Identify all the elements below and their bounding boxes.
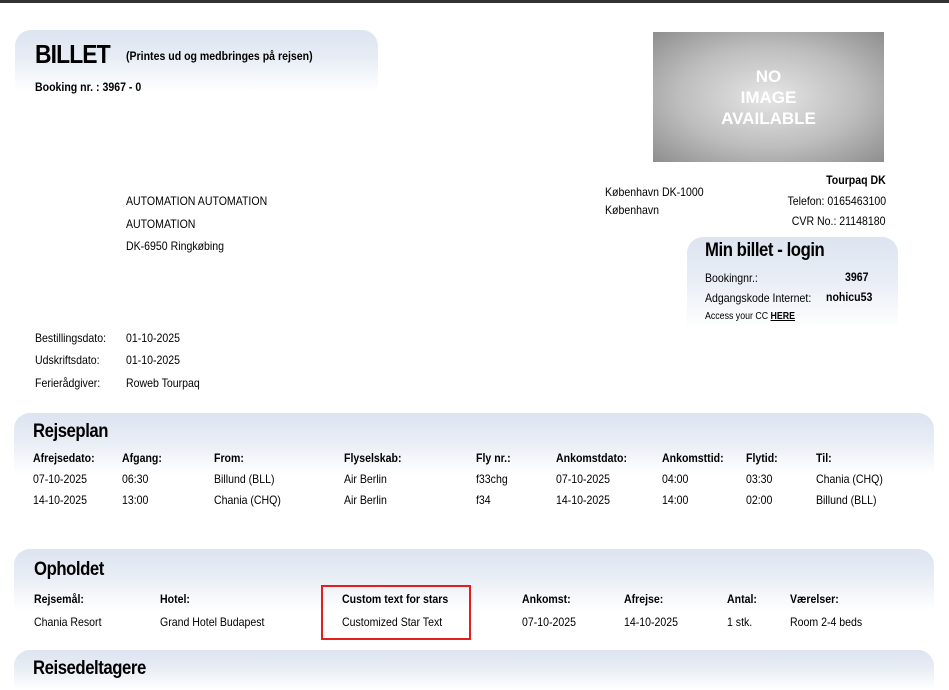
print-date-value: 01-10-2025	[126, 353, 181, 367]
flight-1-from: Billund (BLL)	[214, 472, 275, 486]
flight-2-from: Chania (CHQ)	[214, 493, 281, 507]
advisor-label: Ferierådgiver:	[35, 376, 101, 390]
no-image-placeholder: NO IMAGE AVAILABLE	[653, 32, 884, 162]
flight-2-number: f34	[476, 493, 491, 507]
flight-2-departure: 13:00	[122, 493, 149, 507]
order-date-value: 01-10-2025	[126, 331, 181, 345]
rejseplan-title: Rejseplan	[33, 421, 109, 442]
col-afgang: Afgang:	[122, 451, 162, 465]
stay-departure: 14-10-2025	[624, 615, 679, 629]
flight-2-arrival-date: 14-10-2025	[556, 493, 611, 507]
advisor-value: Roweb Tourpaq	[126, 376, 200, 390]
star-text-highlight	[321, 585, 471, 640]
rejseplan-section	[14, 413, 934, 475]
col-til: Til:	[816, 451, 832, 465]
flight-2-to: Billund (BLL)	[816, 493, 877, 507]
col-ankomstdato: Ankomstdato:	[556, 451, 627, 465]
flight-2-arrival-time: 14:00	[662, 493, 689, 507]
login-booking-label: Bookingnr.:	[705, 271, 758, 285]
flight-2-date: 14-10-2025	[33, 493, 88, 507]
col-afrejsedato: Afrejsedato:	[33, 451, 95, 465]
login-code-label: Adgangskode Internet:	[705, 291, 812, 305]
flight-1-date: 07-10-2025	[33, 472, 88, 486]
stay-destination: Chania Resort	[34, 615, 102, 629]
stay-arrival: 07-10-2025	[522, 615, 577, 629]
ticket-title: BILLET	[35, 39, 111, 69]
print-date-label: Udskriftsdato:	[35, 353, 100, 367]
top-border	[0, 0, 949, 3]
flight-1-arrival-date: 07-10-2025	[556, 472, 611, 486]
access-here-link[interactable]: HERE	[771, 311, 795, 322]
col-flyselskab: Flyselskab:	[344, 451, 402, 465]
agency-address1: København DK-1000	[605, 185, 704, 199]
flight-2-duration: 02:00	[746, 493, 773, 507]
flight-1-duration: 03:30	[746, 472, 773, 486]
col-ankomsttid: Ankomsttid:	[662, 451, 724, 465]
flight-1-arrival-time: 04:00	[662, 472, 689, 486]
col-from: From:	[214, 451, 244, 465]
ticket-subtitle: (Printes ud og medbringes på rejsen)	[126, 49, 313, 63]
col-rejsemaal: Rejsemål:	[34, 592, 84, 606]
customer-line2: AUTOMATION	[126, 217, 196, 231]
stay-hotel: Grand Hotel Budapest	[160, 615, 265, 629]
col-ankomst: Ankomst:	[522, 592, 571, 606]
col-antal: Antal:	[727, 592, 757, 606]
login-access-line: Access your CC HERE	[705, 311, 807, 322]
flight-1-number: f33chg	[476, 472, 508, 486]
flight-1-airline: Air Berlin	[344, 472, 387, 486]
customer-name: AUTOMATION AUTOMATION	[126, 194, 268, 208]
col-fly-nr: Fly nr.:	[476, 451, 511, 465]
flight-1-to: Chania (CHQ)	[816, 472, 883, 486]
agency-cvr: CVR No.: 21148180	[792, 214, 886, 228]
login-code-value: nohicu53	[826, 290, 873, 304]
col-afrejse: Afrejse:	[624, 592, 664, 606]
col-hotel: Hotel:	[160, 592, 190, 606]
login-booking-value: 3967	[845, 270, 869, 284]
flight-2-airline: Air Berlin	[344, 493, 387, 507]
agency-address2: København	[605, 203, 660, 217]
booking-number: Booking nr. : 3967 - 0	[35, 80, 142, 94]
access-text: Access your CC	[705, 311, 769, 322]
opholdet-title: Opholdet	[34, 559, 104, 580]
agency-phone: Telefon: 0165463100	[787, 194, 886, 208]
login-title: Min billet - login	[705, 240, 825, 261]
flight-1-departure: 06:30	[122, 472, 149, 486]
col-vaerelser: Værelser:	[790, 592, 839, 606]
stay-rooms: Room 2-4 beds	[790, 615, 863, 629]
reisedeltagere-title: Reisedeltagere	[33, 658, 146, 679]
col-flytid: Flytid:	[746, 451, 778, 465]
stay-count: 1 stk.	[727, 615, 753, 629]
agency-name: Tourpaq DK	[826, 173, 886, 187]
order-date-label: Bestillingsdato:	[35, 331, 107, 345]
no-image-text: NO IMAGE AVAILABLE	[721, 66, 816, 128]
customer-city: DK-6950 Ringkøbing	[126, 239, 225, 253]
